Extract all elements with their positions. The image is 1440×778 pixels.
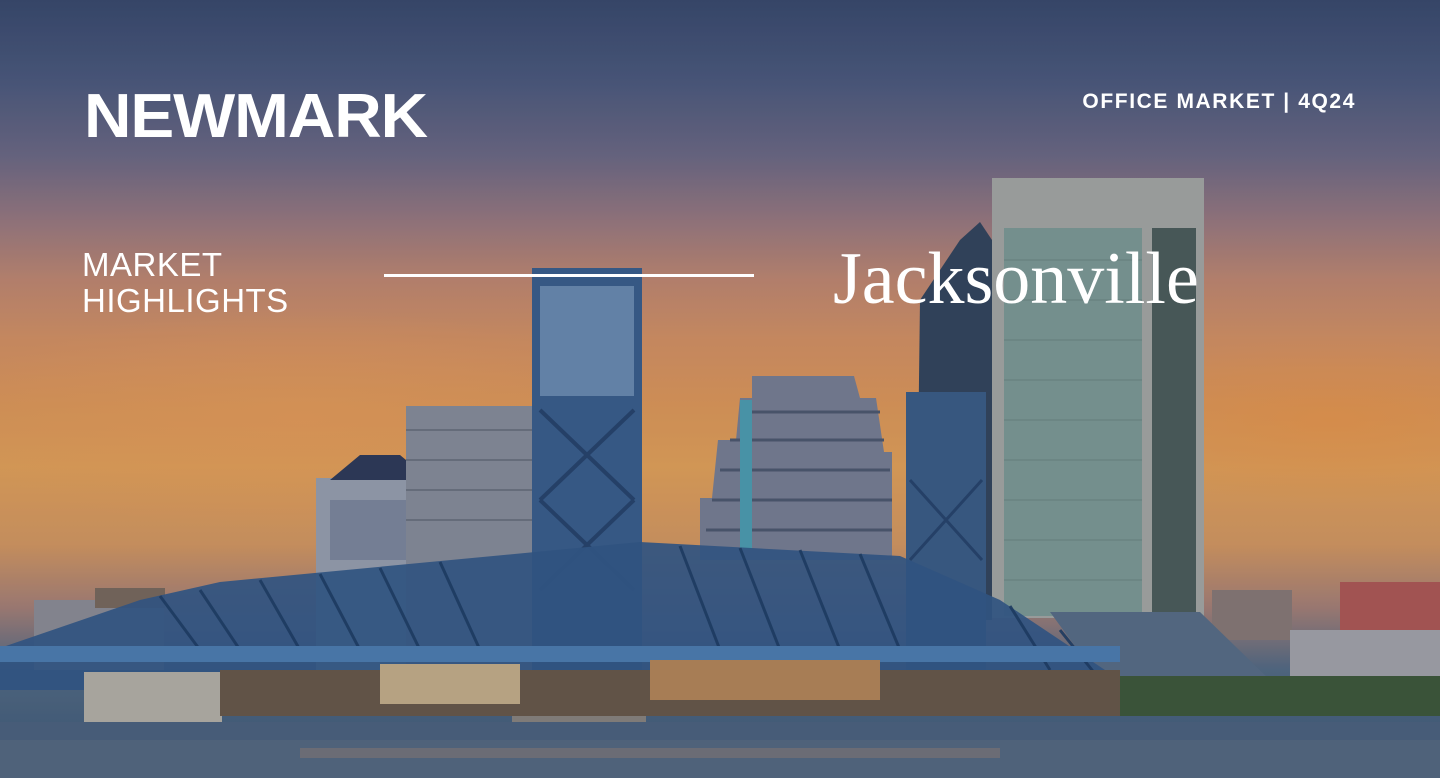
- section-title-line1: MARKET: [82, 246, 223, 283]
- divider-line: [384, 274, 754, 277]
- section-title: MARKET HIGHLIGHTS: [82, 247, 289, 319]
- report-tag: OFFICE MARKET | 4Q24: [1082, 90, 1356, 113]
- city-title: Jacksonville: [833, 238, 1199, 320]
- section-title-line2: HIGHLIGHTS: [82, 282, 289, 319]
- newmark-logo: NEWMARK: [84, 82, 428, 151]
